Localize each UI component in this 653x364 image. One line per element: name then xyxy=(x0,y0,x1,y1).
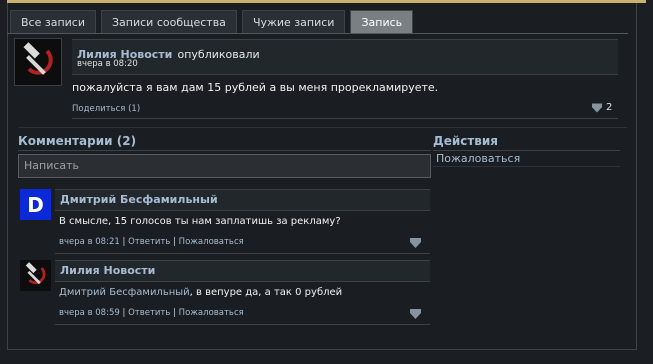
comment-divider xyxy=(55,253,430,254)
comment-header: Дмитрий Бесфамильный xyxy=(55,189,430,211)
comment-text: Дмитрий Бесфамильный, в вепуре да, а так… xyxy=(59,287,342,298)
comment-author[interactable]: Лилия Новости xyxy=(60,264,155,277)
post-action-text: опубликовали xyxy=(177,48,260,61)
comment-header: Лилия Новости xyxy=(55,260,430,282)
comment-meta: вчера в 08:21 | Ответить | Пожаловаться xyxy=(59,237,244,247)
comment-author[interactable]: Дмитрий Бесфамильный xyxy=(60,193,218,206)
share-count: (1) xyxy=(128,104,141,114)
meta-separator: | xyxy=(173,237,176,247)
post-text: пожалуйста я вам дам 15 рублей а вы меня… xyxy=(72,81,439,94)
downvote-icon[interactable] xyxy=(410,238,421,248)
post-divider xyxy=(72,118,618,119)
tabs-divider xyxy=(7,33,628,34)
comments-title-line xyxy=(18,150,431,151)
tab-community-posts[interactable]: Записи сообщества xyxy=(101,10,237,33)
downvote-icon[interactable] xyxy=(592,102,602,113)
comment: D Дмитрий Бесфамильный В смысле, 15 голо… xyxy=(20,189,430,255)
comment-complain-link[interactable]: Пожаловаться xyxy=(179,237,244,247)
comment-avatar[interactable] xyxy=(20,260,51,291)
reply-link[interactable]: Ответить xyxy=(128,308,170,318)
tab-post[interactable]: Запись xyxy=(350,10,414,33)
actions-title-line xyxy=(433,150,620,151)
comment-text: В смысле, 15 голосов ты нам заплатишь за… xyxy=(59,216,341,227)
comment-avatar[interactable]: D xyxy=(20,189,51,220)
downvote-icon[interactable] xyxy=(410,309,421,319)
meta-separator: | xyxy=(122,308,126,318)
share-label: Поделиться xyxy=(72,104,126,114)
post-time[interactable]: вчера в 08:20 xyxy=(77,59,138,69)
comment-time[interactable]: вчера в 08:59 xyxy=(59,308,120,318)
reply-link[interactable]: Ответить xyxy=(128,237,170,247)
share-link[interactable]: Поделиться (1) xyxy=(72,104,140,114)
post-votes: 2 xyxy=(592,102,612,113)
comment-complain-link[interactable]: Пожаловаться xyxy=(179,308,244,318)
hammer-sickle-icon xyxy=(15,39,61,85)
comment-time[interactable]: вчера в 08:21 xyxy=(59,237,120,247)
post-author-avatar[interactable] xyxy=(14,38,62,86)
actions-title: Действия xyxy=(433,134,499,148)
comments-title: Комментарии (2) xyxy=(18,134,137,148)
comment-body: , в вепуре да, а так 0 рублей xyxy=(189,287,343,298)
comment-meta: вчера в 08:59 | Ответить | Пожаловаться xyxy=(59,308,244,318)
tab-others-posts[interactable]: Чужие записи xyxy=(241,10,346,33)
meta-separator: | xyxy=(173,308,176,318)
actions-item-line xyxy=(433,166,620,167)
hammer-sickle-icon xyxy=(20,260,51,291)
complain-link[interactable]: Пожаловаться xyxy=(436,152,520,165)
tab-all-posts[interactable]: Все записи xyxy=(10,10,96,33)
comment-input[interactable]: Написать xyxy=(18,154,431,178)
section-divider xyxy=(18,127,627,128)
tab-bar: Все записи Записи сообщества Чужие запис… xyxy=(10,10,414,33)
vote-count: 2 xyxy=(606,102,613,113)
avatar-letter: D xyxy=(27,192,44,217)
comment-divider xyxy=(55,324,430,325)
mention-link[interactable]: Дмитрий Бесфамильный xyxy=(59,287,190,298)
comment: Лилия Новости Дмитрий Бесфамильный, в ве… xyxy=(20,260,430,326)
meta-separator: | xyxy=(122,237,126,247)
post-header: Лилия Новости опубликовали вчера в 08:20 xyxy=(72,39,618,75)
